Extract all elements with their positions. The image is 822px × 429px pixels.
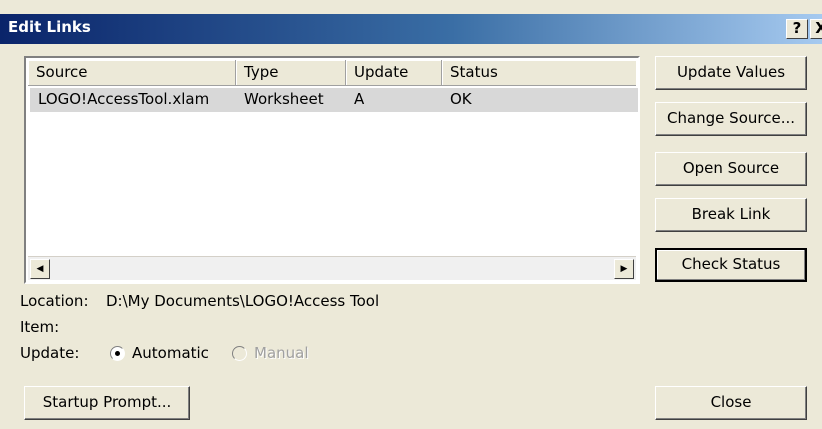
- close-button[interactable]: Close: [655, 386, 807, 420]
- automatic-radio-label[interactable]: Automatic: [132, 344, 209, 362]
- help-button[interactable]: ?: [786, 19, 808, 39]
- column-header-source[interactable]: Source: [28, 60, 236, 86]
- location-value: D:\My Documents\LOGO!Access Tool: [106, 292, 380, 310]
- break-link-button[interactable]: Break Link: [655, 198, 807, 232]
- cell-status: OK: [450, 90, 472, 108]
- arrow-left-icon: ◀: [36, 264, 44, 274]
- item-label: Item:: [20, 318, 60, 336]
- dialog-title: Edit Links: [8, 18, 91, 36]
- location-label: Location:: [20, 292, 89, 310]
- edit-links-dialog: Edit Links ? X Source Type Update Status…: [0, 0, 822, 429]
- startup-prompt-button[interactable]: Startup Prompt...: [24, 386, 190, 420]
- list-header: Source Type Update Status: [28, 60, 636, 86]
- scroll-right-button[interactable]: ▶: [614, 259, 634, 279]
- cell-type: Worksheet: [244, 90, 324, 108]
- column-header-status[interactable]: Status: [442, 60, 636, 86]
- column-header-update[interactable]: Update: [346, 60, 442, 86]
- table-row[interactable]: LOGO!AccessTool.xlam Worksheet A OK: [30, 88, 638, 112]
- manual-radio-label: Manual: [254, 344, 309, 362]
- horizontal-scrollbar[interactable]: ◀ ▶: [28, 256, 636, 280]
- update-mode-label: Update:: [20, 344, 80, 362]
- change-source-button[interactable]: Change Source...: [655, 102, 807, 136]
- check-status-button[interactable]: Check Status: [655, 248, 807, 282]
- update-values-button[interactable]: Update Values: [655, 56, 807, 90]
- title-close-button[interactable]: X: [810, 19, 822, 39]
- links-list[interactable]: Source Type Update Status LOGO!AccessToo…: [24, 56, 640, 284]
- open-source-button[interactable]: Open Source: [655, 152, 807, 186]
- cell-source: LOGO!AccessTool.xlam: [38, 90, 210, 108]
- manual-radio[interactable]: [232, 346, 247, 361]
- scroll-left-button[interactable]: ◀: [30, 259, 50, 279]
- automatic-radio[interactable]: [110, 346, 125, 361]
- arrow-right-icon: ▶: [620, 264, 628, 274]
- cell-update: A: [354, 90, 365, 108]
- title-bar[interactable]: Edit Links ? X: [0, 14, 822, 44]
- column-header-type[interactable]: Type: [236, 60, 346, 86]
